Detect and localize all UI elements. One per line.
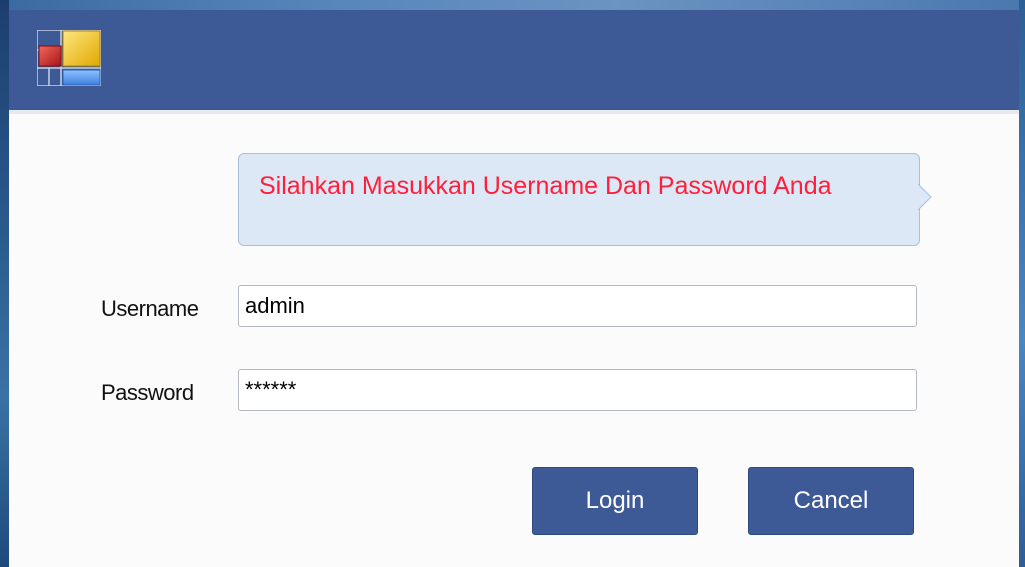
login-button[interactable]: Login [532, 467, 698, 535]
prompt-balloon: Silahkan Masukkan Username Dan Password … [238, 153, 920, 246]
password-input[interactable] [238, 369, 917, 411]
prompt-message: Silahkan Masukkan Username Dan Password … [259, 172, 832, 200]
desktop-background-left [0, 0, 9, 567]
app-logo-icon [37, 30, 101, 86]
desktop-background-right [1019, 0, 1025, 567]
screen: Silahkan Masukkan Username Dan Password … [0, 0, 1025, 567]
cancel-button[interactable]: Cancel [748, 467, 914, 535]
username-input[interactable] [238, 285, 917, 327]
title-bar[interactable] [9, 10, 1019, 114]
balloon-pointer-icon [918, 184, 932, 210]
username-label: Username [101, 296, 199, 321]
login-window: Silahkan Masukkan Username Dan Password … [9, 10, 1019, 567]
desktop-background-top [0, 0, 1025, 10]
login-form-panel: Silahkan Masukkan Username Dan Password … [9, 114, 1019, 567]
password-label: Password [101, 380, 194, 405]
